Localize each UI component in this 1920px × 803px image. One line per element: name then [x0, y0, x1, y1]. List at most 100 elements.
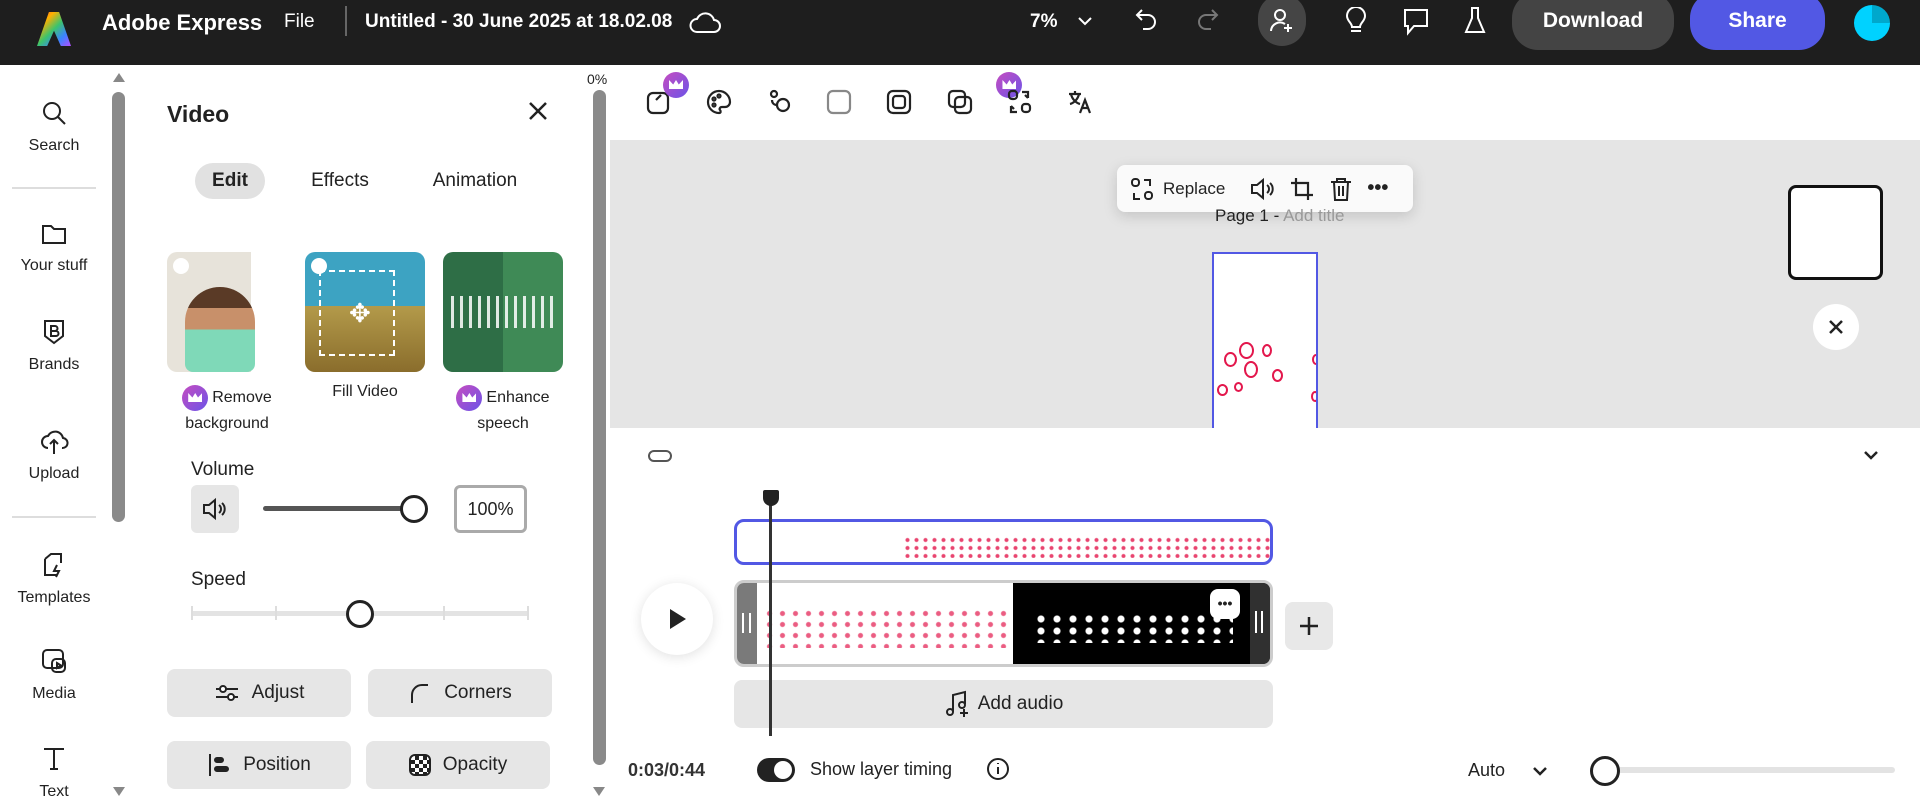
- mask-icon[interactable]: [885, 88, 913, 121]
- user-avatar[interactable]: [1854, 5, 1890, 41]
- timeline-zoom-slider[interactable]: [1590, 767, 1895, 773]
- rail-divider: [12, 187, 96, 189]
- replace-button[interactable]: Replace: [1163, 179, 1225, 199]
- track-thumbnail-hearts: [903, 536, 1270, 558]
- tab-effects[interactable]: Effects: [290, 163, 390, 199]
- chevron-down-icon[interactable]: [1076, 14, 1094, 33]
- playhead-line[interactable]: [769, 496, 772, 736]
- playhead-handle[interactable]: [763, 490, 779, 506]
- heart-graphic: [1262, 344, 1272, 357]
- scroll-down-arrow[interactable]: [593, 787, 605, 796]
- rail-item-text[interactable]: Text: [0, 745, 108, 801]
- replace-icon[interactable]: [1006, 88, 1034, 121]
- scroll-up-arrow[interactable]: [113, 73, 125, 82]
- left-rail: Search Your stuff Brands Upload Template…: [0, 65, 125, 803]
- speed-label: Speed: [191, 569, 246, 590]
- adobe-express-logo[interactable]: [37, 12, 71, 46]
- more-options-icon[interactable]: •••: [1367, 177, 1388, 200]
- volume-slider[interactable]: [263, 506, 415, 511]
- enhance-speech-card[interactable]: [443, 252, 563, 372]
- close-icon[interactable]: [526, 99, 550, 128]
- brand-icon: [44, 320, 64, 345]
- opacity-button[interactable]: Opacity: [366, 741, 550, 789]
- share-button[interactable]: Share: [1690, 0, 1825, 50]
- scroll-percent: 0%: [587, 71, 608, 87]
- close-thumbnails-button[interactable]: [1813, 304, 1859, 350]
- corners-button[interactable]: Corners: [368, 669, 552, 717]
- scroll-down-arrow[interactable]: [113, 787, 125, 796]
- chevron-down-icon[interactable]: [1531, 764, 1549, 783]
- folder-icon: [42, 225, 66, 244]
- volume-slider-knob[interactable]: [400, 495, 428, 523]
- remove-background-card[interactable]: [167, 252, 287, 372]
- tab-animation[interactable]: Animation: [405, 163, 545, 199]
- plus-icon: [1300, 617, 1318, 635]
- speed-tick: [191, 606, 193, 620]
- comment-icon[interactable]: [1402, 7, 1430, 42]
- link-shapes-icon[interactable]: [766, 88, 794, 121]
- replace-icon[interactable]: [1129, 176, 1155, 202]
- speed-tick: [443, 606, 445, 620]
- premium-crown-icon: [456, 385, 483, 411]
- crop-icon[interactable]: [1289, 176, 1315, 202]
- trim-handle-left[interactable]: [737, 583, 757, 664]
- page-thumbnail[interactable]: [1788, 185, 1883, 280]
- play-button[interactable]: [641, 583, 713, 655]
- palette-icon[interactable]: [705, 88, 733, 121]
- show-layer-timing-toggle[interactable]: [757, 758, 795, 782]
- position-button[interactable]: Position: [167, 741, 351, 789]
- rail-divider: [12, 516, 96, 518]
- heart-graphic: [1244, 361, 1258, 378]
- speed-slider-knob[interactable]: [346, 600, 374, 628]
- track-thumbnail-hearts: [763, 608, 1013, 648]
- trim-handle-right[interactable]: [1250, 583, 1270, 664]
- media-icon: [42, 649, 66, 673]
- document-title[interactable]: Untitled - 30 June 2025 at 18.02.08: [365, 11, 672, 33]
- fill-video-card[interactable]: ✥: [305, 252, 425, 372]
- flask-icon[interactable]: [1462, 5, 1488, 42]
- border-icon[interactable]: [825, 88, 853, 121]
- rail-item-search[interactable]: Search: [0, 99, 108, 155]
- undo-icon[interactable]: [1132, 6, 1162, 41]
- layers-icon[interactable]: [946, 88, 974, 121]
- adjust-button[interactable]: Adjust: [167, 669, 351, 717]
- enhance-speech-label: Enhance speech: [433, 385, 573, 436]
- add-title-input[interactable]: Add title: [1283, 206, 1344, 225]
- collapse-timeline-icon[interactable]: [1862, 448, 1880, 467]
- graphic-track[interactable]: [734, 519, 1273, 565]
- trash-icon[interactable]: [1329, 176, 1353, 202]
- speaker-icon[interactable]: [1249, 176, 1275, 202]
- volume-value-field[interactable]: 100%: [454, 485, 527, 533]
- info-icon[interactable]: [985, 756, 1011, 787]
- rail-item-templates[interactable]: Templates: [0, 551, 108, 607]
- clip-more-button[interactable]: •••: [1210, 589, 1240, 619]
- rail-item-media[interactable]: Media: [0, 647, 108, 703]
- cloud-sync-icon[interactable]: [688, 8, 722, 41]
- file-menu[interactable]: File: [284, 11, 315, 33]
- timeline-zoom-knob[interactable]: [1590, 756, 1620, 786]
- translate-icon[interactable]: [1066, 88, 1094, 121]
- add-audio-button[interactable]: Add audio: [734, 680, 1273, 728]
- heart-graphic: [1234, 382, 1243, 392]
- timeline: ••• Add audio 0:03/0:44 Show layer timin…: [610, 428, 1920, 803]
- app-name: Adobe Express: [102, 10, 263, 35]
- panel-scrollbar[interactable]: [593, 90, 606, 765]
- timeline-resize-handle[interactable]: [648, 450, 672, 462]
- timeline-zoom-mode[interactable]: Auto: [1468, 760, 1505, 781]
- mute-button[interactable]: [191, 485, 239, 533]
- rail-scrollbar[interactable]: [112, 92, 125, 522]
- invite-button[interactable]: [1258, 0, 1306, 46]
- rail-item-your-stuff[interactable]: Your stuff: [0, 221, 108, 275]
- lightbulb-icon[interactable]: [1343, 6, 1369, 42]
- add-scene-button[interactable]: [1285, 602, 1333, 650]
- rail-item-upload[interactable]: Upload: [0, 427, 108, 483]
- speed-tick: [527, 606, 529, 620]
- rail-item-brands[interactable]: Brands: [0, 318, 108, 374]
- zoom-level[interactable]: 7%: [1030, 11, 1057, 33]
- download-button[interactable]: Download: [1512, 0, 1674, 50]
- tab-edit[interactable]: Edit: [195, 163, 265, 199]
- add-person-icon: [1270, 9, 1292, 32]
- play-badge-icon: [173, 258, 189, 274]
- page-frame[interactable]: [1212, 252, 1318, 428]
- video-track[interactable]: •••: [734, 580, 1273, 667]
